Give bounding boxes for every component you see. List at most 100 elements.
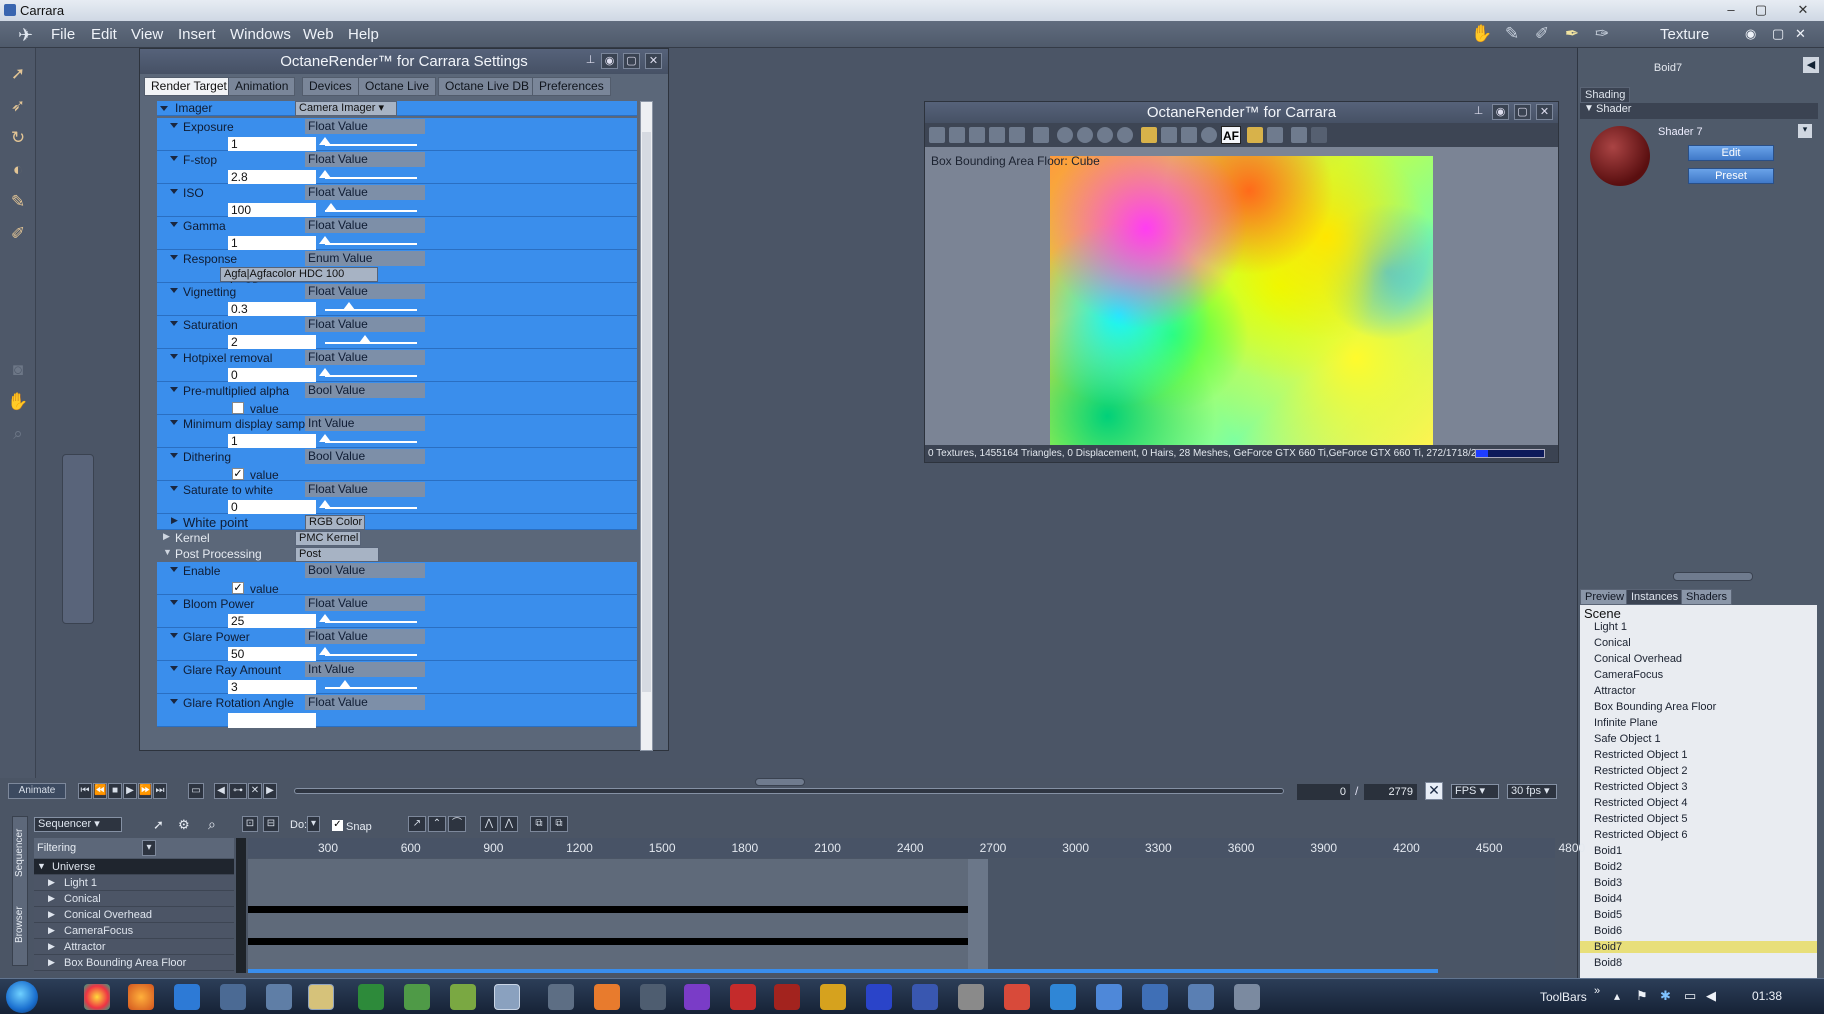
explorer-icon[interactable] (308, 984, 334, 1010)
track-scrollbar[interactable] (248, 969, 1438, 973)
scene-item[interactable]: Boid2 (1594, 861, 1622, 873)
collapse-arrow-icon[interactable] (170, 420, 178, 425)
iso-slider-knob[interactable] (325, 203, 337, 211)
collapse-arrow-icon[interactable] (160, 106, 168, 111)
settings-scrollbar[interactable] (640, 101, 653, 751)
app-icon[interactable] (1142, 984, 1168, 1010)
glare-power-field[interactable]: 50 (228, 647, 316, 662)
collapse-arrow-icon[interactable] (170, 255, 178, 260)
animate-button[interactable]: Animate (8, 783, 66, 799)
play-icon[interactable]: ▶ (123, 783, 137, 799)
scrollbar-thumb[interactable] (642, 132, 651, 692)
saturation-slider[interactable] (325, 335, 417, 344)
menu-web[interactable]: Web (303, 26, 334, 43)
collapse-arrow-icon[interactable]: ▼ (163, 547, 172, 557)
collapse-arrow-icon[interactable] (170, 699, 178, 704)
expand-arrow-icon[interactable]: ▶ (48, 909, 55, 920)
close-panel-icon[interactable]: ✕ (1536, 104, 1553, 120)
expand-arrow-icon[interactable]: ▶ (48, 941, 55, 952)
do-dropdown-icon[interactable]: ▾ (307, 816, 320, 832)
tree-item-universe[interactable]: ▼ Universe (34, 859, 234, 875)
app-icon[interactable] (1096, 984, 1122, 1010)
tab-preferences[interactable]: Preferences (532, 77, 611, 96)
bloom-power-slider-knob[interactable] (319, 614, 331, 622)
glare-ray-amount-slider[interactable] (325, 680, 417, 689)
app-icon[interactable] (404, 984, 430, 1010)
saturate-to-white-slider-knob[interactable] (319, 500, 331, 508)
scene-item[interactable]: Boid5 (1594, 909, 1622, 921)
toolbars-label[interactable]: ToolBars (1540, 990, 1587, 1004)
toolbars-chevron-icon[interactable]: » (1594, 985, 1600, 997)
post-processing-row[interactable]: ▼Post Processing Post Processing ▾ (157, 546, 637, 573)
glare-ray-amount-slider-knob[interactable] (339, 680, 351, 688)
current-frame-field[interactable]: 0 (1297, 784, 1350, 800)
glare-ray-amount-field[interactable]: 3 (228, 680, 316, 695)
storyboard-room-icon[interactable]: ✐ (1530, 24, 1554, 45)
eye-icon[interactable]: ◉ (1492, 104, 1509, 120)
scene-item[interactable]: Light 1 (1594, 621, 1627, 633)
eye-icon[interactable]: ◉ (601, 53, 618, 69)
flag-icon[interactable]: ⚑ (1636, 988, 1648, 1004)
collapse-arrow-icon[interactable] (170, 123, 178, 128)
paint-tool-icon[interactable]: ✐ (6, 222, 30, 246)
post-processing-dropdown[interactable]: Post Processing ▾ (295, 547, 379, 573)
app-icon[interactable] (958, 984, 984, 1010)
maximize-panel-icon[interactable]: ▢ (1514, 104, 1531, 120)
folder-icon[interactable] (969, 127, 985, 143)
stop-icon[interactable] (1117, 127, 1133, 143)
collapse-arrow-icon[interactable]: ▼ (37, 861, 46, 871)
splitter-handle[interactable] (755, 778, 805, 786)
saturation-slider-knob[interactable] (359, 335, 371, 343)
app-icon[interactable] (1234, 984, 1260, 1010)
minimum-display-sample-field[interactable]: 1 (228, 434, 316, 449)
close-panel-icon[interactable]: ✕ (645, 53, 662, 69)
gamma-field[interactable]: 1 (228, 236, 316, 251)
pin-icon[interactable]: ⊥ (582, 53, 599, 69)
app-icon[interactable] (1004, 984, 1030, 1010)
imager-dropdown[interactable]: Camera Imager ▾ (295, 101, 397, 116)
restart-icon[interactable] (1057, 127, 1073, 143)
close-room-icon[interactable]: ✕ (1795, 26, 1806, 42)
lock-icon[interactable] (1141, 127, 1157, 143)
collapse-arrow-icon[interactable] (170, 189, 178, 194)
vignetting-field[interactable]: 0.3 (228, 302, 316, 317)
tween-in-icon[interactable]: ⋀ (480, 816, 498, 832)
scene-item[interactable]: Restricted Object 6 (1594, 829, 1688, 841)
splitter-handle[interactable] (1673, 572, 1753, 581)
eye-icon[interactable]: ◉ (1745, 26, 1756, 42)
fps-dropdown[interactable]: 30 fps ▾ (1507, 784, 1557, 799)
imager-row[interactable]: Imager Camera Imager ▾ (157, 101, 637, 116)
side-tab-sequencer[interactable]: Sequencer (14, 821, 25, 877)
saturate-to-white-field[interactable]: 0 (228, 500, 316, 515)
app-icon[interactable] (220, 984, 246, 1010)
scene-item[interactable]: Boid6 (1594, 925, 1622, 937)
collapse-arrow-icon[interactable] (170, 453, 178, 458)
total-frames-field[interactable]: 2779 (1364, 784, 1417, 800)
app-icon[interactable] (594, 984, 620, 1010)
close-button[interactable]: ✕ (1786, 1, 1820, 19)
tab-devices[interactable]: Devices (302, 77, 359, 96)
export-icon[interactable] (929, 127, 945, 143)
scene-item[interactable]: Boid3 (1594, 877, 1622, 889)
iso-slider[interactable] (325, 203, 417, 212)
tab-preview[interactable]: Preview (1580, 589, 1630, 605)
assemble-room-icon[interactable]: ✋ (1470, 24, 1494, 45)
collapse-arrow-icon[interactable] (170, 633, 178, 638)
bloom-power-field[interactable]: 25 (228, 614, 316, 629)
app-icon[interactable] (912, 984, 938, 1010)
menu-help[interactable]: Help (348, 26, 379, 43)
scene-item[interactable]: Restricted Object 2 (1594, 765, 1688, 777)
iso-field[interactable]: 100 (228, 203, 316, 218)
tree-item[interactable]: ▶ CameraFocus (34, 923, 234, 939)
next-key-icon[interactable]: ▶ (263, 783, 277, 799)
tree-splitter[interactable] (236, 838, 246, 973)
gear-icon[interactable]: ⚙ (178, 817, 190, 833)
exposure-field[interactable]: 1 (228, 137, 316, 152)
white-point-row[interactable]: ▶ White point RGB Color ▾ (157, 514, 637, 541)
timeline-ruler[interactable]: 300 600 900 1200 1500 1800 2100 2400 2700 3000 330… (248, 838, 1585, 858)
carrara-logo-icon[interactable]: ✈ (18, 25, 33, 46)
pointer-tool-icon[interactable]: ➚ (153, 817, 164, 833)
enable-checkbox[interactable]: ✓ (232, 582, 244, 594)
display-icon[interactable]: ▭ (1684, 988, 1696, 1004)
maximize-button[interactable]: ▢ (1748, 1, 1774, 19)
